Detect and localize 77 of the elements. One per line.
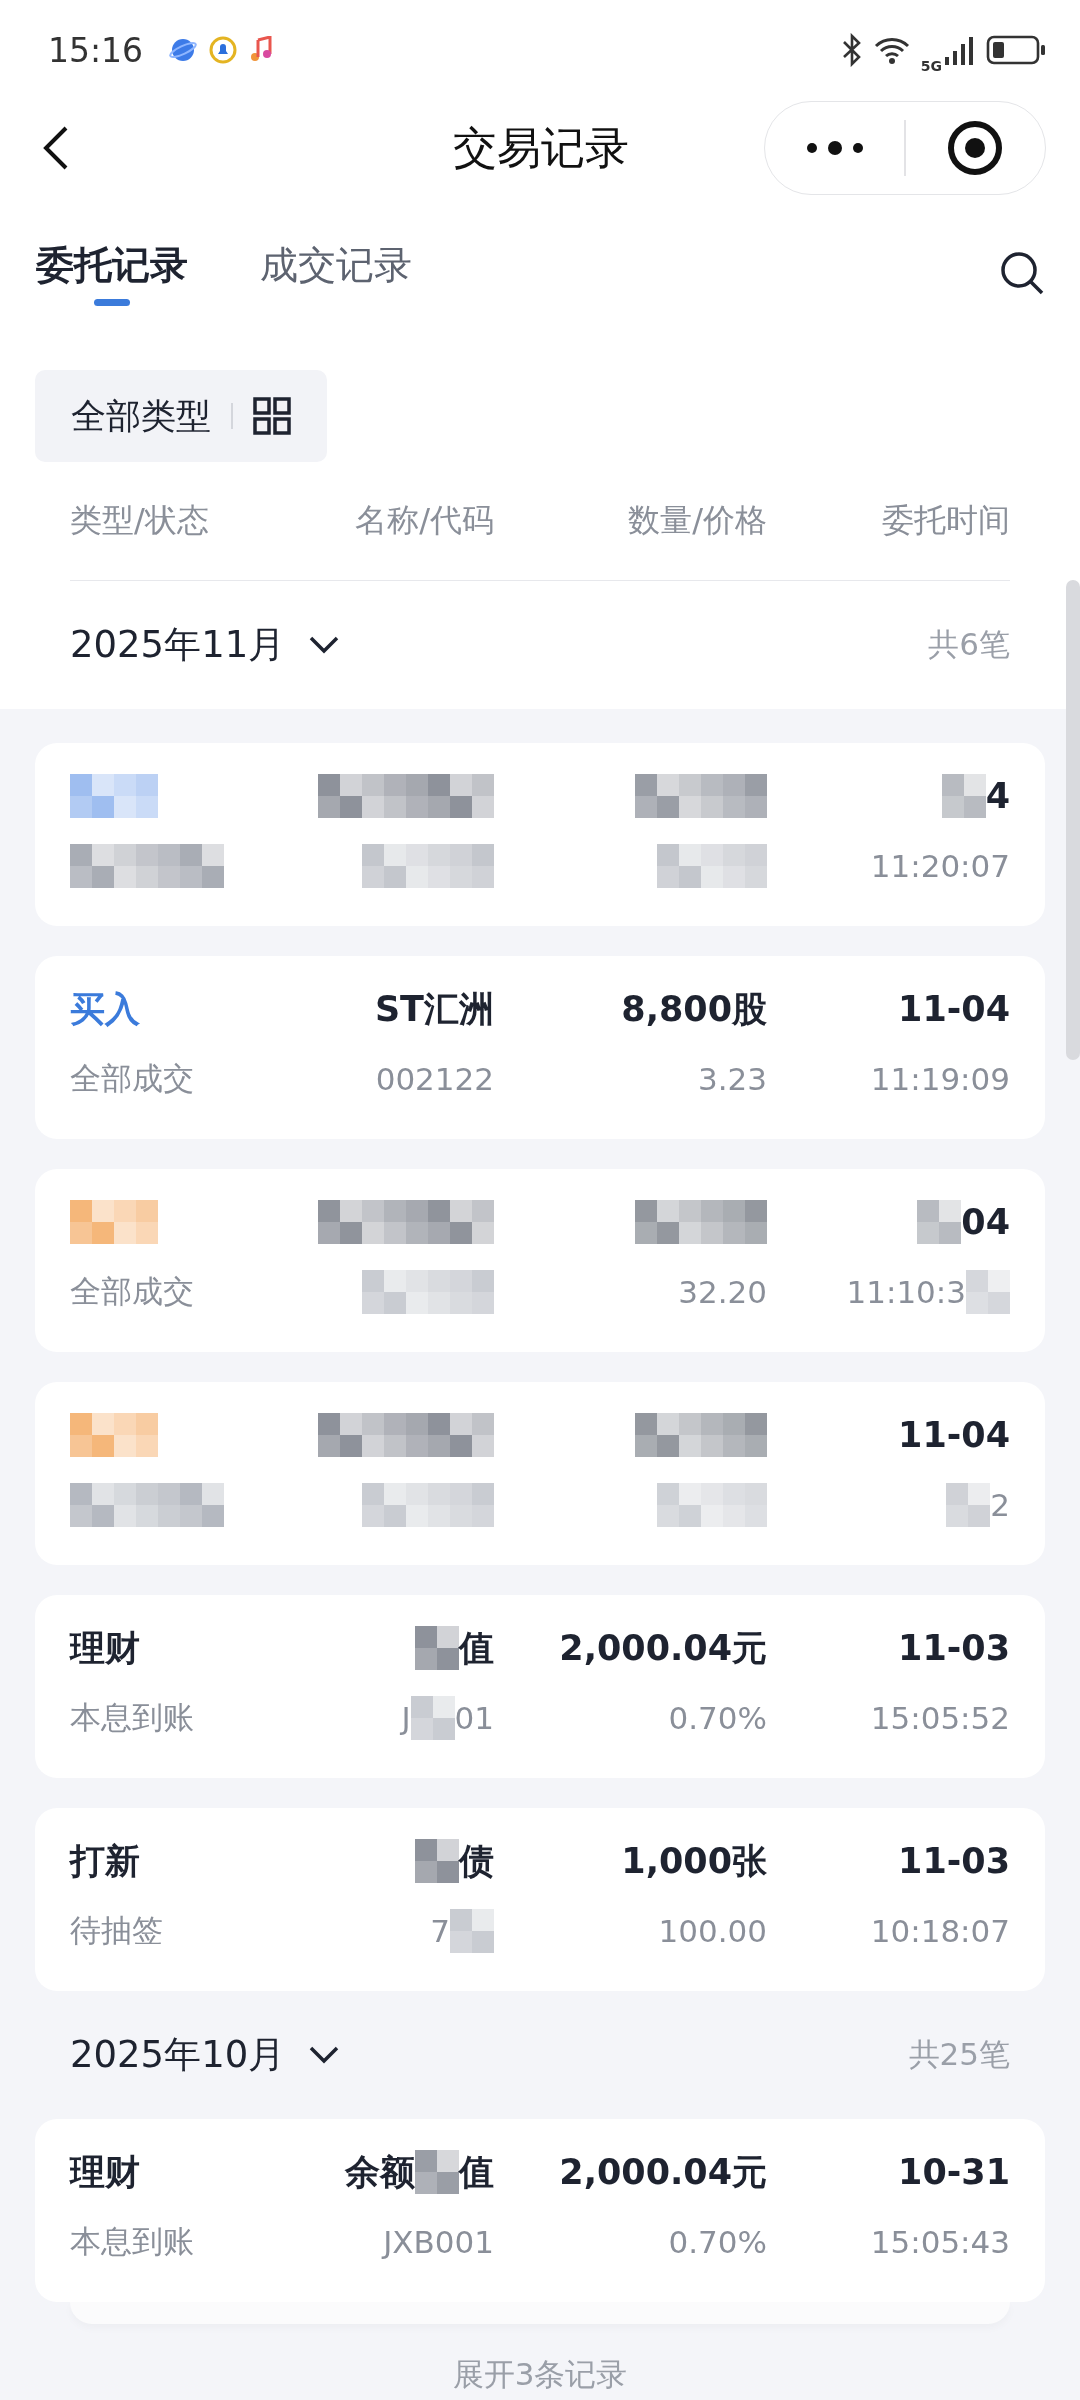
- record-count: 共25笔: [908, 2035, 1010, 2074]
- record-status-text: 待抽签: [70, 1910, 163, 1950]
- record-qty-text: 8,800股: [621, 987, 767, 1031]
- record-date-text: 11-04: [898, 989, 1010, 1029]
- record-name-text: 债: [459, 1839, 494, 1883]
- planet-icon: [169, 36, 198, 64]
- record-status-text: 全部成交: [70, 1271, 194, 1311]
- record-status-text: 全部成交: [70, 1058, 194, 1098]
- record-card[interactable]: 11-04 2: [35, 1382, 1045, 1565]
- record-status-text: 本息到账: [70, 2221, 194, 2261]
- record-card[interactable]: 4 11:20:07: [35, 743, 1045, 926]
- record-type-text: 理财: [70, 2150, 140, 2194]
- record-card[interactable]: 04 全部成交 32.20 11:10:3: [35, 1169, 1045, 1352]
- month-selector[interactable]: 2025年11月: [70, 620, 340, 670]
- record-time-text: 10:18:07: [870, 1912, 1010, 1949]
- record-price-text: 0.70%: [668, 2223, 767, 2260]
- record-card[interactable]: 买入 ST汇洲 8,800股 11-04 全部成交 002122 3.23 11:19:09: [35, 956, 1045, 1139]
- battery-icon: [986, 35, 1046, 65]
- record-date-text: 4: [985, 776, 1010, 816]
- tab[interactable]: 成交记录: [260, 240, 412, 306]
- network-type-label: 5G: [920, 58, 942, 74]
- search-icon: [998, 249, 1046, 297]
- search-button[interactable]: [998, 249, 1046, 297]
- record-date-text: 11-03: [898, 1841, 1010, 1881]
- type-filter-button[interactable]: 全部类型: [35, 370, 327, 462]
- record-code-text: J: [401, 1699, 411, 1736]
- record-time-text: 15:05:52: [870, 1699, 1010, 1736]
- target-icon: [947, 120, 1004, 176]
- record-time-text: 15:05:43: [870, 2223, 1010, 2260]
- signal-icon: [944, 35, 976, 65]
- record-time-text: 11:20:07: [870, 847, 1010, 884]
- record-qty-text: 2,000.04元: [559, 1626, 767, 1670]
- record-price-text: 100.00: [658, 1912, 767, 1949]
- record-status-text: 本息到账: [70, 1697, 194, 1737]
- record-type-text: 买入: [70, 987, 140, 1031]
- record-code-text: JXB001: [383, 2223, 494, 2260]
- record-code-text: 01: [454, 1699, 494, 1736]
- bluetooth-icon: [840, 33, 863, 67]
- record-card[interactable]: 理财 值 2,000.04元 11-03 本息到账 J 01 0.70% 15:05:52: [35, 1595, 1045, 1778]
- chevron-down-icon: [309, 636, 340, 654]
- record-price-text: 0.70%: [668, 1699, 767, 1736]
- record-time-text: 2: [990, 1486, 1010, 1523]
- record-card[interactable]: 打新 债 1,000张 11-03 待抽签 7 100.00 10:18:07: [35, 1808, 1045, 1991]
- record-date-text: 11-03: [898, 1628, 1010, 1668]
- more-icon: [805, 140, 864, 156]
- record-price-text: 3.23: [697, 1060, 767, 1097]
- record-time-text: 11:19:09: [870, 1060, 1010, 1097]
- record-name-text: 值: [459, 1626, 494, 1670]
- grid-icon: [253, 397, 291, 435]
- record-time-text: 11:10:3: [846, 1273, 966, 1310]
- record-date-text: 11-04: [898, 1415, 1010, 1455]
- record-card[interactable]: 理财 余额 值 2,000.04元 10-31 本息到账 JXB001 0.70% 15:05:43: [35, 2119, 1045, 2302]
- column-header: 数量/价格: [628, 500, 767, 541]
- tab[interactable]: 委托记录: [36, 240, 188, 306]
- column-header: 委托时间: [882, 500, 1010, 541]
- record-price-text: 32.20: [678, 1273, 767, 1310]
- music-note-icon: [249, 36, 274, 64]
- wifi-icon: [872, 35, 911, 65]
- record-count: 共6笔: [928, 625, 1010, 664]
- record-code-text: 002122: [375, 1060, 494, 1097]
- record-qty-text: 1,000张: [621, 1839, 767, 1883]
- record-name-text: ST汇洲: [374, 987, 494, 1031]
- record-date-text: 04: [961, 1202, 1010, 1242]
- month-selector[interactable]: 2025年10月: [70, 2030, 340, 2080]
- record-code-text: 7: [430, 1912, 450, 1949]
- column-header: 类型/状态: [70, 500, 210, 541]
- page-title: 交易记录: [453, 120, 629, 175]
- record-type-text: 理财: [70, 1626, 140, 1670]
- bell-icon: [209, 36, 238, 64]
- record-name-text: 余额: [345, 2150, 415, 2194]
- column-header: 名称/代码: [355, 500, 494, 541]
- clock-time: 15:16: [48, 30, 144, 70]
- record-qty-text: 2,000.04元: [559, 2150, 767, 2194]
- record-date-text: 10-31: [898, 2152, 1010, 2192]
- record-type-text: 打新: [70, 1839, 140, 1883]
- record-name-text: 值: [459, 2150, 494, 2194]
- chevron-down-icon: [309, 2046, 340, 2064]
